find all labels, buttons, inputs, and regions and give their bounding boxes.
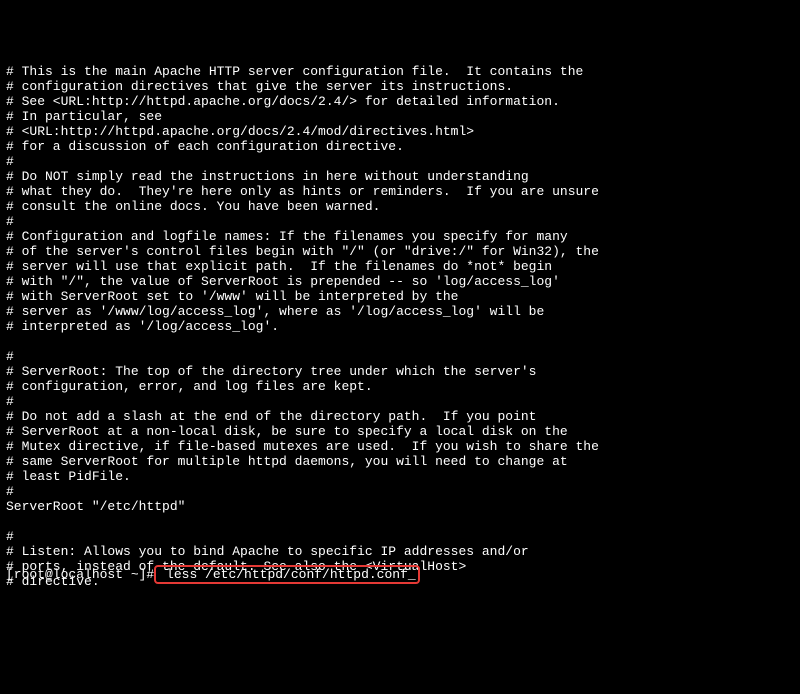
config-file-line: ServerRoot "/etc/httpd" xyxy=(6,499,794,514)
config-file-line: # See <URL:http://httpd.apache.org/docs/… xyxy=(6,94,794,109)
config-file-line: # Configuration and logfile names: If th… xyxy=(6,229,794,244)
config-file-line: # Mutex directive, if file-based mutexes… xyxy=(6,439,794,454)
config-file-line: # of the server's control files begin wi… xyxy=(6,244,794,259)
config-file-line: # configuration directives that give the… xyxy=(6,79,794,94)
config-file-line: # configuration, error, and log files ar… xyxy=(6,379,794,394)
config-file-line: # xyxy=(6,529,794,544)
config-file-line: # xyxy=(6,484,794,499)
config-file-line xyxy=(6,514,794,529)
config-file-line: # xyxy=(6,154,794,169)
config-file-line: # Do NOT simply read the instructions in… xyxy=(6,169,794,184)
config-file-line: # least PidFile. xyxy=(6,469,794,484)
config-file-line: # Listen: Allows you to bind Apache to s… xyxy=(6,544,794,559)
config-file-line: # Do not add a slash at the end of the d… xyxy=(6,409,794,424)
terminal-prompt-line[interactable]: [root@localhost ~]# less /etc/httpd/conf… xyxy=(6,565,420,584)
config-file-line: # with "/", the value of ServerRoot is p… xyxy=(6,274,794,289)
config-file-line: # This is the main Apache HTTP server co… xyxy=(6,64,794,79)
config-file-line: # server will use that explicit path. If… xyxy=(6,259,794,274)
config-file-line: # interpreted as '/log/access_log'. xyxy=(6,319,794,334)
config-file-line: # xyxy=(6,214,794,229)
cursor: _ xyxy=(408,567,416,582)
config-file-line xyxy=(6,334,794,349)
config-file-line: # what they do. They're here only as hin… xyxy=(6,184,794,199)
shell-prompt: [root@localhost ~]# xyxy=(6,567,154,582)
highlighted-command: less /etc/httpd/conf/httpd.conf_ xyxy=(154,565,419,584)
command-text: less /etc/httpd/conf/httpd.conf xyxy=(158,567,408,582)
terminal-file-content: # This is the main Apache HTTP server co… xyxy=(6,64,794,589)
config-file-line: # ServerRoot at a non-local disk, be sur… xyxy=(6,424,794,439)
config-file-line: # for a discussion of each configuration… xyxy=(6,139,794,154)
config-file-line: # consult the online docs. You have been… xyxy=(6,199,794,214)
config-file-line: # In particular, see xyxy=(6,109,794,124)
config-file-line: # server as '/www/log/access_log', where… xyxy=(6,304,794,319)
config-file-line: # xyxy=(6,349,794,364)
config-file-line: # with ServerRoot set to '/www' will be … xyxy=(6,289,794,304)
config-file-line: # ServerRoot: The top of the directory t… xyxy=(6,364,794,379)
config-file-line: # same ServerRoot for multiple httpd dae… xyxy=(6,454,794,469)
config-file-line: # <URL:http://httpd.apache.org/docs/2.4/… xyxy=(6,124,794,139)
config-file-line: # xyxy=(6,394,794,409)
